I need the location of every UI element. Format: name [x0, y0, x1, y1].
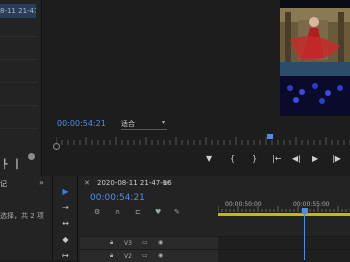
fit-dropdown-label: 适合	[121, 120, 135, 128]
project-panel-tools[interactable]: ┡ ┃	[2, 160, 22, 170]
marker-icon[interactable]: ♥	[155, 208, 161, 216]
wrench-icon[interactable]: ✎	[174, 208, 180, 216]
selection-tool-icon[interactable]: ▶	[60, 187, 71, 197]
chevron-down-icon: ▾	[161, 119, 165, 126]
panel-overflow-icon[interactable]: »	[39, 178, 44, 187]
ripple-edit-tool-icon[interactable]: ↔	[60, 219, 71, 229]
sequence-tab[interactable]: 2020-08-11 21-47-16	[97, 179, 172, 187]
linked-selection-icon[interactable]: ⊏	[135, 208, 141, 216]
eye-icon[interactable]: ◉	[158, 252, 163, 259]
timeline-playhead-line	[304, 214, 305, 260]
monitor-playhead-marker[interactable]	[267, 134, 273, 139]
track-label: V2	[124, 253, 132, 260]
fit-dropdown[interactable]: 适合 ▾	[121, 119, 167, 130]
track-label: V3	[124, 240, 132, 247]
step-forward-button[interactable]: |▶	[332, 154, 341, 163]
timeline-ruler[interactable]	[218, 206, 350, 212]
track-select-tool-icon[interactable]: ⇢	[60, 203, 71, 213]
monitor-zoom-handle[interactable]	[53, 143, 60, 150]
toggle-sync-icon[interactable]: ▭	[142, 239, 148, 246]
add-marker-button[interactable]: ▼	[206, 154, 212, 163]
timeline-timecode[interactable]: 00:00:54:21	[90, 193, 145, 203]
menu-icon[interactable]: ≡	[162, 178, 169, 187]
transport-controls: ▼ { } |← ◀| ▶ |▶	[200, 154, 350, 168]
razor-tool-icon[interactable]: ◆	[60, 235, 71, 245]
program-timecode[interactable]: 00:00:54:21	[57, 119, 106, 128]
toggle-sync-icon[interactable]: ▭	[142, 252, 148, 259]
history-status: 选择，共 2 项	[0, 212, 44, 220]
history-panel-title[interactable]: 记	[0, 179, 7, 189]
nest-icon[interactable]: ⚙	[94, 208, 100, 216]
go-to-in-button[interactable]: |←	[272, 154, 281, 163]
video-thumbnail	[280, 0, 350, 116]
project-panel	[0, 0, 42, 176]
project-selected-item[interactable]: 8-11 21-47-16	[0, 4, 36, 18]
play-button[interactable]: ▶	[312, 154, 318, 163]
track-area-v3[interactable]	[218, 236, 350, 249]
track-header-v3[interactable]: 🔒︎ V3 ▭ ◉	[80, 236, 218, 249]
eye-icon[interactable]: ◉	[158, 239, 163, 246]
panel-scroll-handle[interactable]	[28, 153, 35, 160]
snap-icon[interactable]: ∩	[115, 208, 120, 216]
close-icon[interactable]: ✕	[84, 179, 90, 187]
timeline-playhead[interactable]	[302, 208, 308, 214]
video-frame	[280, 0, 350, 116]
mark-in-button[interactable]: {	[230, 154, 235, 163]
step-back-button[interactable]: ◀|	[292, 154, 301, 163]
lock-icon[interactable]: 🔒︎	[110, 239, 113, 247]
lock-icon[interactable]: 🔒︎	[110, 252, 113, 260]
monitor-mini-ruler[interactable]	[56, 137, 350, 145]
work-area-bar[interactable]	[218, 213, 350, 216]
track-header-v2[interactable]: 🔒︎ V2 ▭ ◉	[80, 249, 218, 262]
mark-out-button[interactable]: }	[252, 154, 257, 163]
track-area-v2[interactable]	[218, 249, 350, 262]
